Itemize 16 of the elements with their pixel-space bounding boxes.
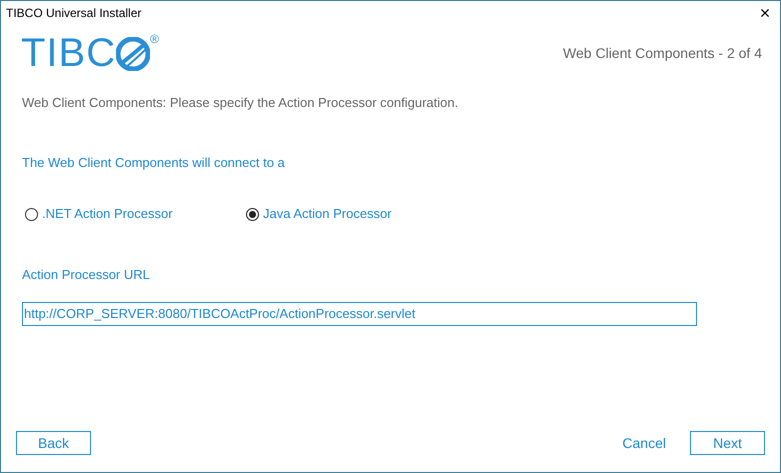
window-title: TIBCO Universal Installer bbox=[6, 5, 142, 22]
logo-swoosh-icon bbox=[116, 37, 150, 71]
close-button[interactable]: × bbox=[750, 1, 780, 25]
dialog-button[interactable]: Back bbox=[16, 431, 91, 455]
url-field[interactable]: http://CORP_SERVER:8080/TIBCOActProc/ActionProcessor.servlet bbox=[22, 302, 697, 326]
step-indicator: Web Client Components - 2 of 4 bbox=[563, 44, 762, 63]
radio-option[interactable]: .NET Action Processor bbox=[22, 204, 246, 224]
radio-option[interactable]: Java Action Processor bbox=[246, 204, 392, 224]
url-label: Action Processor URL bbox=[22, 266, 151, 284]
cancel-link[interactable]: Cancel bbox=[618, 431, 670, 455]
dialog-button[interactable]: Next bbox=[690, 431, 765, 455]
instructions-text: Web Client Components: Please specify the Action Processor configuration. bbox=[22, 94, 460, 112]
logo: TIBC ® bbox=[21, 31, 159, 75]
connect-label: The Web Client Components will connect to a bbox=[22, 154, 286, 172]
radio-indicator[interactable] bbox=[25, 208, 38, 220]
radio-indicator[interactable] bbox=[246, 208, 259, 220]
